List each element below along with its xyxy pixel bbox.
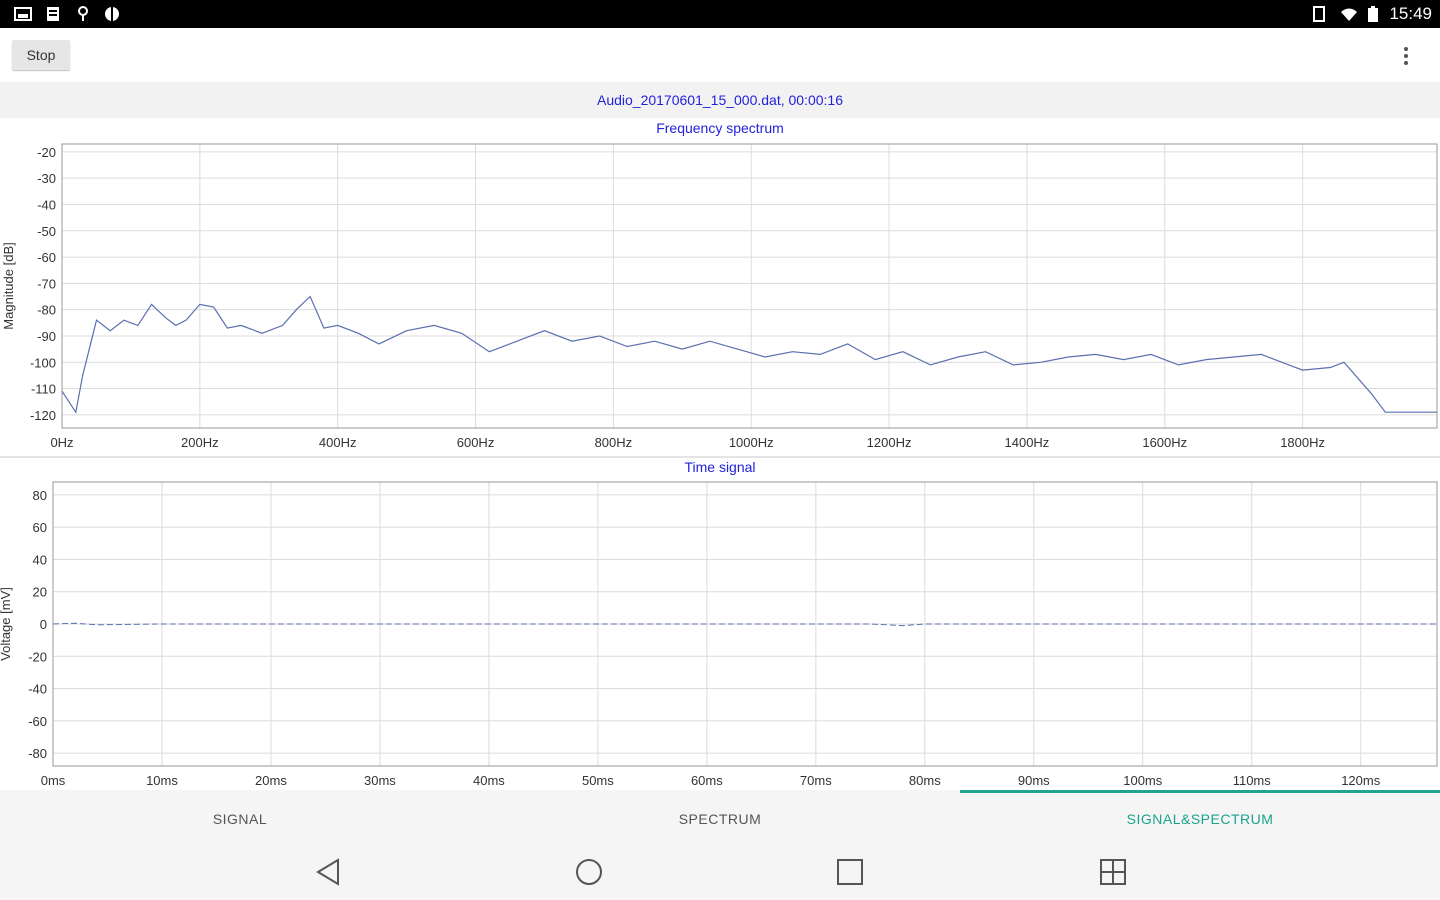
stop-button[interactable]: Stop [12,40,70,70]
spectrum-plot-frame [61,143,1438,429]
status-time: 15:49 [1389,4,1432,23]
spectrum-xtick-label: 1200Hz [867,435,912,450]
time-ytick-label: -80 [28,746,47,761]
spectrum-xtick-label: 0Hz [50,435,73,450]
tab-spectrum[interactable]: SPECTRUM [480,790,960,842]
android-icon [105,7,119,21]
spectrum-ytick-label: -60 [37,250,56,265]
file-info-label: Audio_20170601_15_000.dat, 00:00:16 [596,92,843,108]
time-xtick-label: 110ms [1233,773,1272,788]
time-xtick-label: 60ms [691,773,723,788]
spectrum-xtick-label: 1600Hz [1142,435,1187,450]
location-icon [78,6,88,21]
time-xtick-label: 0ms [41,773,66,788]
spectrum-xtick-label: 1800Hz [1280,435,1325,450]
spectrum-chart: -20 -30 -40 -50 -60 -70 -80 -90 -100 -110 -120 0Hz… [1,143,1438,450]
spectrum-title: Frequency spectrum [656,120,784,136]
time-ytick-label: -60 [28,714,47,729]
time-xtick-label: 30ms [364,773,396,788]
time-xtick-label: 90ms [1018,773,1050,788]
action-bar: Stop [0,28,1440,82]
time-xtick-label: 50ms [582,773,614,788]
spectrum-xtick-label: 600Hz [457,435,495,450]
spectrum-xtick-label: 200Hz [181,435,219,450]
time-ytick-label: 60 [33,520,47,535]
spectrum-ytick-label: -110 [31,382,56,397]
time-ytick-label: -20 [28,649,47,664]
spectrum-ytick-label: -70 [37,276,56,291]
tab-signal-label: SIGNAL [212,811,268,827]
spectrum-trace [61,295,1437,414]
tablet-icon [1313,6,1325,22]
spectrum-ylabel: Magnitude [dB] [1,242,16,329]
tab-signal-spectrum[interactable]: SIGNAL&SPECTRUM [960,790,1440,842]
wifi-icon [1341,8,1357,21]
spectrum-ytick-label: -120 [30,408,56,423]
spectrum-xtick-label: 800Hz [595,435,633,450]
spectrum-xtick-label: 400Hz [319,435,357,450]
time-xtick-label: 70ms [800,773,832,788]
time-signal-title: Time signal [684,459,756,475]
spectrum-xtick-label: 1000Hz [729,435,774,450]
time-ytick-label: 20 [33,585,47,600]
time-ytick-label: -40 [28,682,47,697]
time-ytick-label: 0 [40,617,47,632]
chart-divider [0,456,1440,458]
tab-bar: SIGNAL SPECTRUM SIGNAL&SPECTRUM [0,790,1440,842]
time-xtick-label: 120ms [1341,773,1381,788]
spectrum-ytick-label: -50 [37,224,56,239]
storage-icon [47,7,59,21]
spectrum-ytick-label: -100 [30,355,56,370]
time-xtick-label: 100ms [1123,773,1163,788]
tab-spectrum-label: SPECTRUM [678,811,762,827]
home-icon[interactable] [569,854,609,890]
recents-icon[interactable] [830,854,870,890]
spectrum-ytick-label: -30 [37,171,56,186]
tab-signal[interactable]: SIGNAL [0,790,480,842]
navigation-bar [0,842,1440,900]
spectrum-ytick-label: -20 [37,145,56,160]
tab-signal-spectrum-label: SIGNAL&SPECTRUM [1126,811,1274,827]
split-screen-icon[interactable] [1093,854,1133,890]
back-icon[interactable] [308,854,348,890]
time-ytick-label: 40 [33,552,47,567]
time-xtick-label: 40ms [473,773,505,788]
time-xtick-label: 10ms [146,773,178,788]
file-info-strip: Audio_20170601_15_000.dat, 00:00:16 [0,82,1440,118]
time-ylabel: Voltage [mV] [0,587,13,661]
time-xtick-label: 80ms [909,773,941,788]
time-xtick-label: 20ms [255,773,287,788]
battery-icon [1368,6,1378,22]
spectrum-ytick-label: -90 [37,329,56,344]
spectrum-xtick-label: 1400Hz [1005,435,1050,450]
status-bar: 15:49 [0,0,1440,28]
time-ytick-label: 80 [33,488,47,503]
more-vert-icon[interactable] [1396,44,1416,68]
spectrum-ytick-label: -80 [37,303,56,318]
spectrum-ytick-label: -40 [37,197,56,212]
image-icon [14,7,32,21]
time-signal-chart: 80 60 40 20 0 -20 -40 -60 -80 0ms 10ms 20ms 30ms 40m… [0,481,1438,788]
